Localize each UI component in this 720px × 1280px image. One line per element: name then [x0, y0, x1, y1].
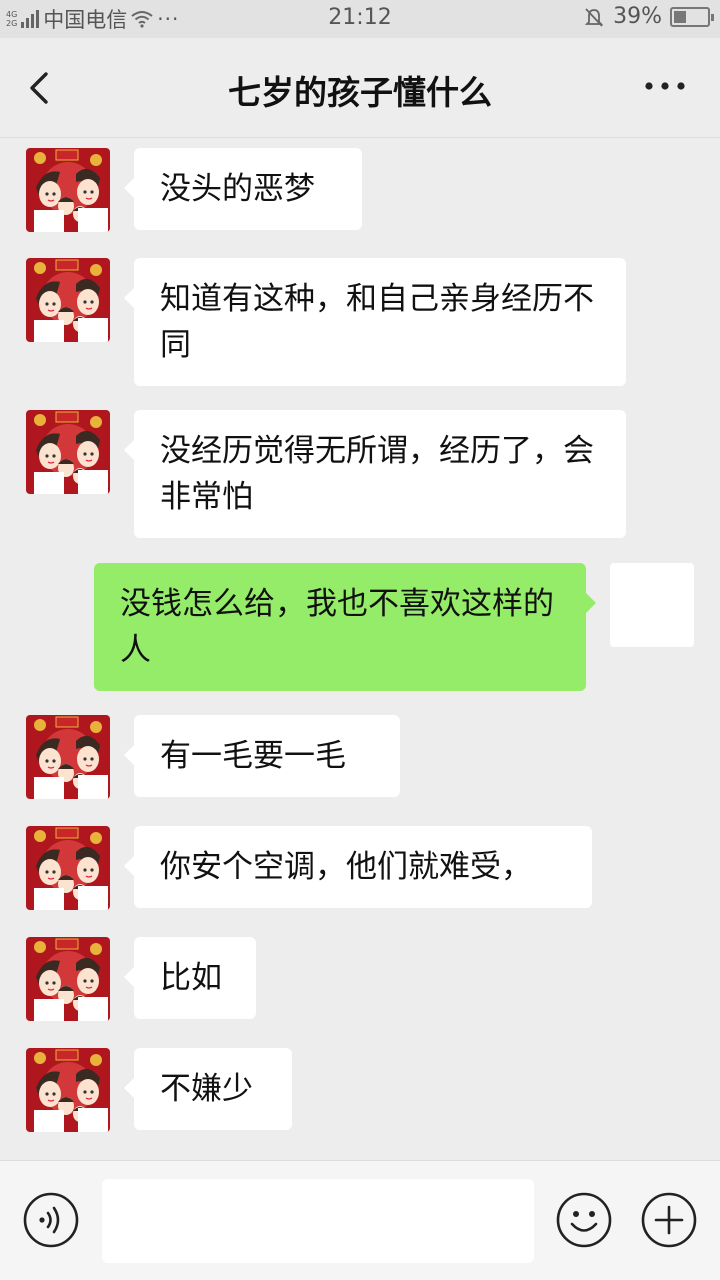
message-bubble-received[interactable]: 比如	[124, 937, 256, 1019]
chat-header: 七岁的孩子懂什么	[0, 38, 720, 138]
voice-icon[interactable]	[22, 1191, 80, 1249]
contact-avatar[interactable]	[26, 937, 110, 1021]
contact-avatar[interactable]	[26, 148, 110, 232]
more-dots-icon[interactable]	[644, 78, 686, 94]
contact-avatar[interactable]	[26, 410, 110, 494]
contact-avatar[interactable]	[26, 1048, 110, 1132]
contact-avatar[interactable]	[26, 258, 110, 342]
message-bubble-received[interactable]: 不嫌少	[124, 1048, 292, 1130]
message-bubble-received[interactable]: 有一毛要一毛	[124, 715, 400, 797]
status-bar: 4G 2G 中国电信 ··· 21:12 39%	[0, 0, 720, 38]
battery-fill	[674, 10, 686, 23]
self-avatar[interactable]	[610, 563, 694, 647]
battery-icon	[670, 6, 714, 27]
message-bubble-received[interactable]: 没经历觉得无所谓，经历了，会非常怕	[124, 410, 626, 538]
emoji-icon[interactable]	[555, 1191, 613, 1249]
input-bar	[0, 1160, 720, 1280]
message-list[interactable]: 没头的恶梦 知道有这种，和自己亲身经历不同 没经历觉得无所谓，经历了，会非常怕	[0, 138, 720, 1160]
message-bubble-received[interactable]: 知道有这种，和自己亲身经历不同	[124, 258, 626, 386]
message-bubble-sent[interactable]: 没钱怎么给，我也不喜欢这样的人	[94, 563, 596, 691]
battery-percent: 39%	[613, 4, 662, 29]
chat-title: 七岁的孩子懂什么	[228, 73, 492, 112]
status-right: 39%	[583, 4, 714, 29]
message-input[interactable]	[102, 1179, 534, 1263]
plus-icon[interactable]	[640, 1191, 698, 1249]
contact-avatar[interactable]	[26, 826, 110, 910]
message-bubble-received[interactable]: 你安个空调，他们就难受，	[124, 826, 592, 908]
contact-avatar[interactable]	[26, 715, 110, 799]
message-bubble-received[interactable]: 没头的恶梦	[124, 148, 362, 230]
mute-icon	[584, 7, 604, 27]
